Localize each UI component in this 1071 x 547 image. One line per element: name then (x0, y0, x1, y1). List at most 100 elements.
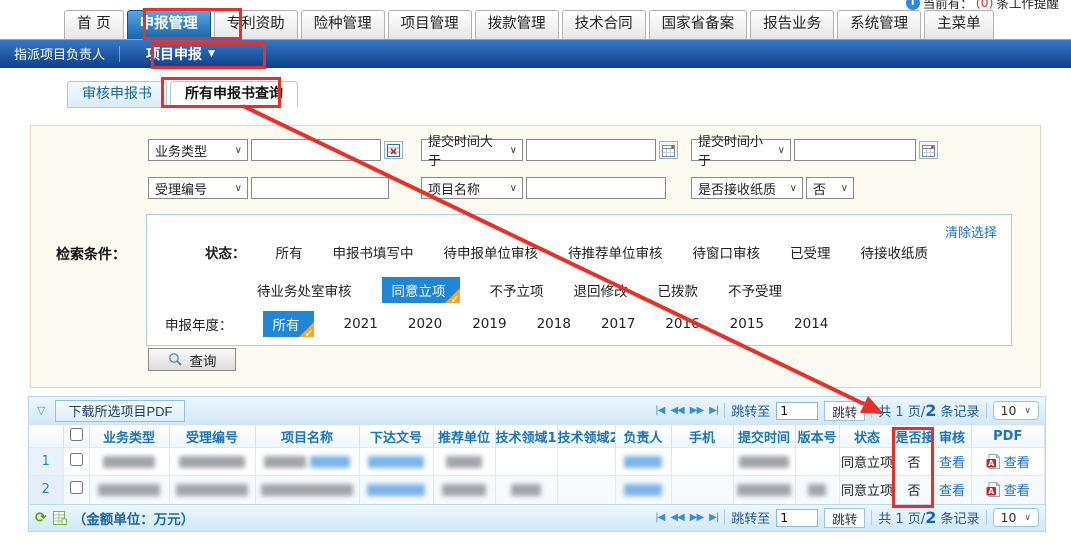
page-size-select[interactable]: 10 (993, 508, 1040, 527)
year-option-2020[interactable]: 2020 (408, 316, 442, 332)
select-all-checkbox[interactable] (70, 428, 83, 441)
check-icon: ✓ (450, 293, 459, 303)
calendar-icon[interactable] (919, 141, 938, 159)
accept-no-select[interactable]: 受理编号 (148, 177, 248, 199)
amount-unit-note: （金额单位：万元） (73, 508, 195, 528)
year-option-2016[interactable]: 2016 (665, 316, 699, 332)
cell-leader (615, 448, 671, 476)
submit-after-input[interactable] (526, 139, 656, 161)
jump-page-input[interactable] (776, 509, 818, 527)
nav-tab-funding-mgmt[interactable]: 拨款管理 (475, 10, 559, 39)
refresh-icon[interactable]: ⟳ (35, 510, 47, 526)
view-pdf-link[interactable]: 查看 (1004, 480, 1030, 499)
cell-pdf: A查看 (971, 476, 1045, 504)
status-option-unit-review[interactable]: 待申报单位审核 (444, 242, 539, 262)
view-audit-link[interactable]: 查看 (939, 456, 965, 471)
nav-tab-report-business[interactable]: 报告业务 (750, 10, 834, 39)
col-paper-receive: 是否接 (895, 425, 933, 448)
search-button[interactable]: 查询 (148, 348, 236, 371)
accept-no-input[interactable] (251, 177, 389, 199)
year-option-all-selected[interactable]: 所有 ✓ (263, 311, 314, 337)
nav-tab-tech-contract[interactable]: 技术合同 (562, 10, 646, 39)
prev-page-icon[interactable]: ◀◀ (670, 405, 683, 416)
status-option-filling[interactable]: 申报书填写中 (333, 242, 414, 262)
project-name-select[interactable]: 项目名称 (421, 177, 523, 199)
status-option-funded[interactable]: 已拨款 (658, 280, 699, 300)
sub-tabs: 审核申报书 所有申报书查询 (67, 81, 298, 108)
status-option-all[interactable]: 所有 (276, 242, 303, 262)
nav-tab-declare-mgmt[interactable]: 申报管理 (127, 10, 211, 39)
clear-selection-link[interactable]: 清除选择 (945, 222, 997, 241)
year-option-2021[interactable]: 2021 (344, 316, 378, 332)
status-option-rejected[interactable]: 不予立项 (490, 280, 544, 300)
view-pdf-link[interactable]: 查看 (1004, 452, 1030, 471)
menu-item-assign-leader[interactable]: 指派项目负责人 (0, 44, 119, 63)
status-option-office-review[interactable]: 待业务处室审核 (257, 280, 352, 300)
first-page-icon[interactable]: |◀ (655, 405, 664, 416)
paper-receive-label: 是否接收纸质 (698, 179, 776, 198)
year-option-2014[interactable]: 2014 (794, 316, 828, 332)
submit-after-label: 提交时间大于 (428, 131, 504, 169)
year-option-2019[interactable]: 2019 (472, 316, 506, 332)
nav-tab-insurance-mgmt[interactable]: 险种管理 (301, 10, 385, 39)
tab-all-declarations-query[interactable]: 所有申报书查询 (170, 81, 298, 108)
col-status: 状态 (839, 425, 895, 448)
tab-review-declarations[interactable]: 审核申报书 (67, 81, 167, 108)
nav-tab-main-menu[interactable]: 主菜单 (924, 10, 994, 39)
collapse-icon[interactable]: ▽ (35, 404, 47, 417)
row-checkbox[interactable] (70, 453, 83, 466)
download-pdf-button[interactable]: 下载所选项目PDF (55, 400, 185, 422)
status-option-recommend-review[interactable]: 待推荐单位审核 (568, 242, 663, 262)
chip-label: 同意立项 (392, 284, 446, 300)
submit-before-select[interactable]: 提交时间小于 (691, 139, 791, 161)
nav-tab-project-mgmt[interactable]: 项目管理 (388, 10, 472, 39)
criteria-label: 检索条件： (56, 244, 126, 264)
submit-before-input[interactable] (794, 139, 916, 161)
project-name-input[interactable] (526, 177, 666, 199)
record-count: 2 (925, 508, 936, 527)
notice-count: (0) (976, 0, 994, 10)
status-option-not-accepted[interactable]: 不予受理 (728, 280, 782, 300)
next-page-icon[interactable]: ▶▶ (690, 512, 703, 523)
status-option-window-review[interactable]: 待窗口审核 (693, 242, 761, 262)
nav-tab-system-mgmt[interactable]: 系统管理 (837, 10, 921, 39)
submit-before-label: 提交时间小于 (698, 131, 772, 169)
year-option-2015[interactable]: 2015 (730, 316, 764, 332)
menu-dropdown-project-declare[interactable]: 项目申报 ▼ (120, 39, 241, 68)
export-excel-icon[interactable] (53, 511, 67, 525)
business-type-input[interactable] (251, 139, 381, 161)
paper-receive-select[interactable]: 是否接收纸质 (691, 177, 803, 199)
row-checkbox[interactable] (70, 481, 83, 494)
year-option-2017[interactable]: 2017 (601, 316, 635, 332)
status-option-accepted[interactable]: 已受理 (790, 242, 831, 262)
redacted-data (176, 484, 248, 496)
redacted-data (808, 484, 826, 496)
status-option-returned[interactable]: 退回修改 (574, 280, 628, 300)
last-page-icon[interactable]: ▶| (709, 512, 718, 523)
prev-page-icon[interactable]: ◀◀ (670, 512, 683, 523)
select-all-header (63, 425, 89, 448)
accept-no-label: 受理编号 (155, 179, 207, 198)
next-page-icon[interactable]: ▶▶ (690, 405, 703, 416)
nav-tab-patent-fund[interactable]: 专利资助 (214, 10, 298, 39)
page-size-select[interactable]: 10 (993, 401, 1040, 420)
business-type-select[interactable]: 业务类型 (148, 139, 248, 161)
status-option-approved-selected[interactable]: 同意立项 ✓ (382, 277, 460, 303)
first-page-icon[interactable]: |◀ (655, 512, 664, 523)
calendar-icon[interactable] (659, 141, 678, 159)
submit-after-select[interactable]: 提交时间大于 (421, 139, 523, 161)
last-page-icon[interactable]: ▶| (709, 405, 718, 416)
paper-receive-value-select[interactable]: 否 (806, 177, 854, 199)
redacted-data (368, 456, 424, 468)
jump-page-input[interactable] (776, 402, 818, 420)
picker-icon[interactable] (384, 141, 403, 159)
jump-button[interactable]: 跳转 (824, 508, 865, 528)
nav-tab-national-record[interactable]: 国家省备案 (649, 10, 748, 39)
redacted-data (367, 484, 425, 496)
view-audit-link[interactable]: 查看 (939, 484, 965, 499)
jump-button[interactable]: 跳转 (824, 401, 865, 421)
year-option-2018[interactable]: 2018 (537, 316, 571, 332)
nav-tab-home[interactable]: 首 页 (64, 10, 124, 39)
status-option-await-paper[interactable]: 待接收纸质 (861, 242, 929, 262)
main-nav: 首 页 申报管理 专利资助 险种管理 项目管理 拨款管理 技术合同 国家省备案 … (64, 10, 994, 39)
